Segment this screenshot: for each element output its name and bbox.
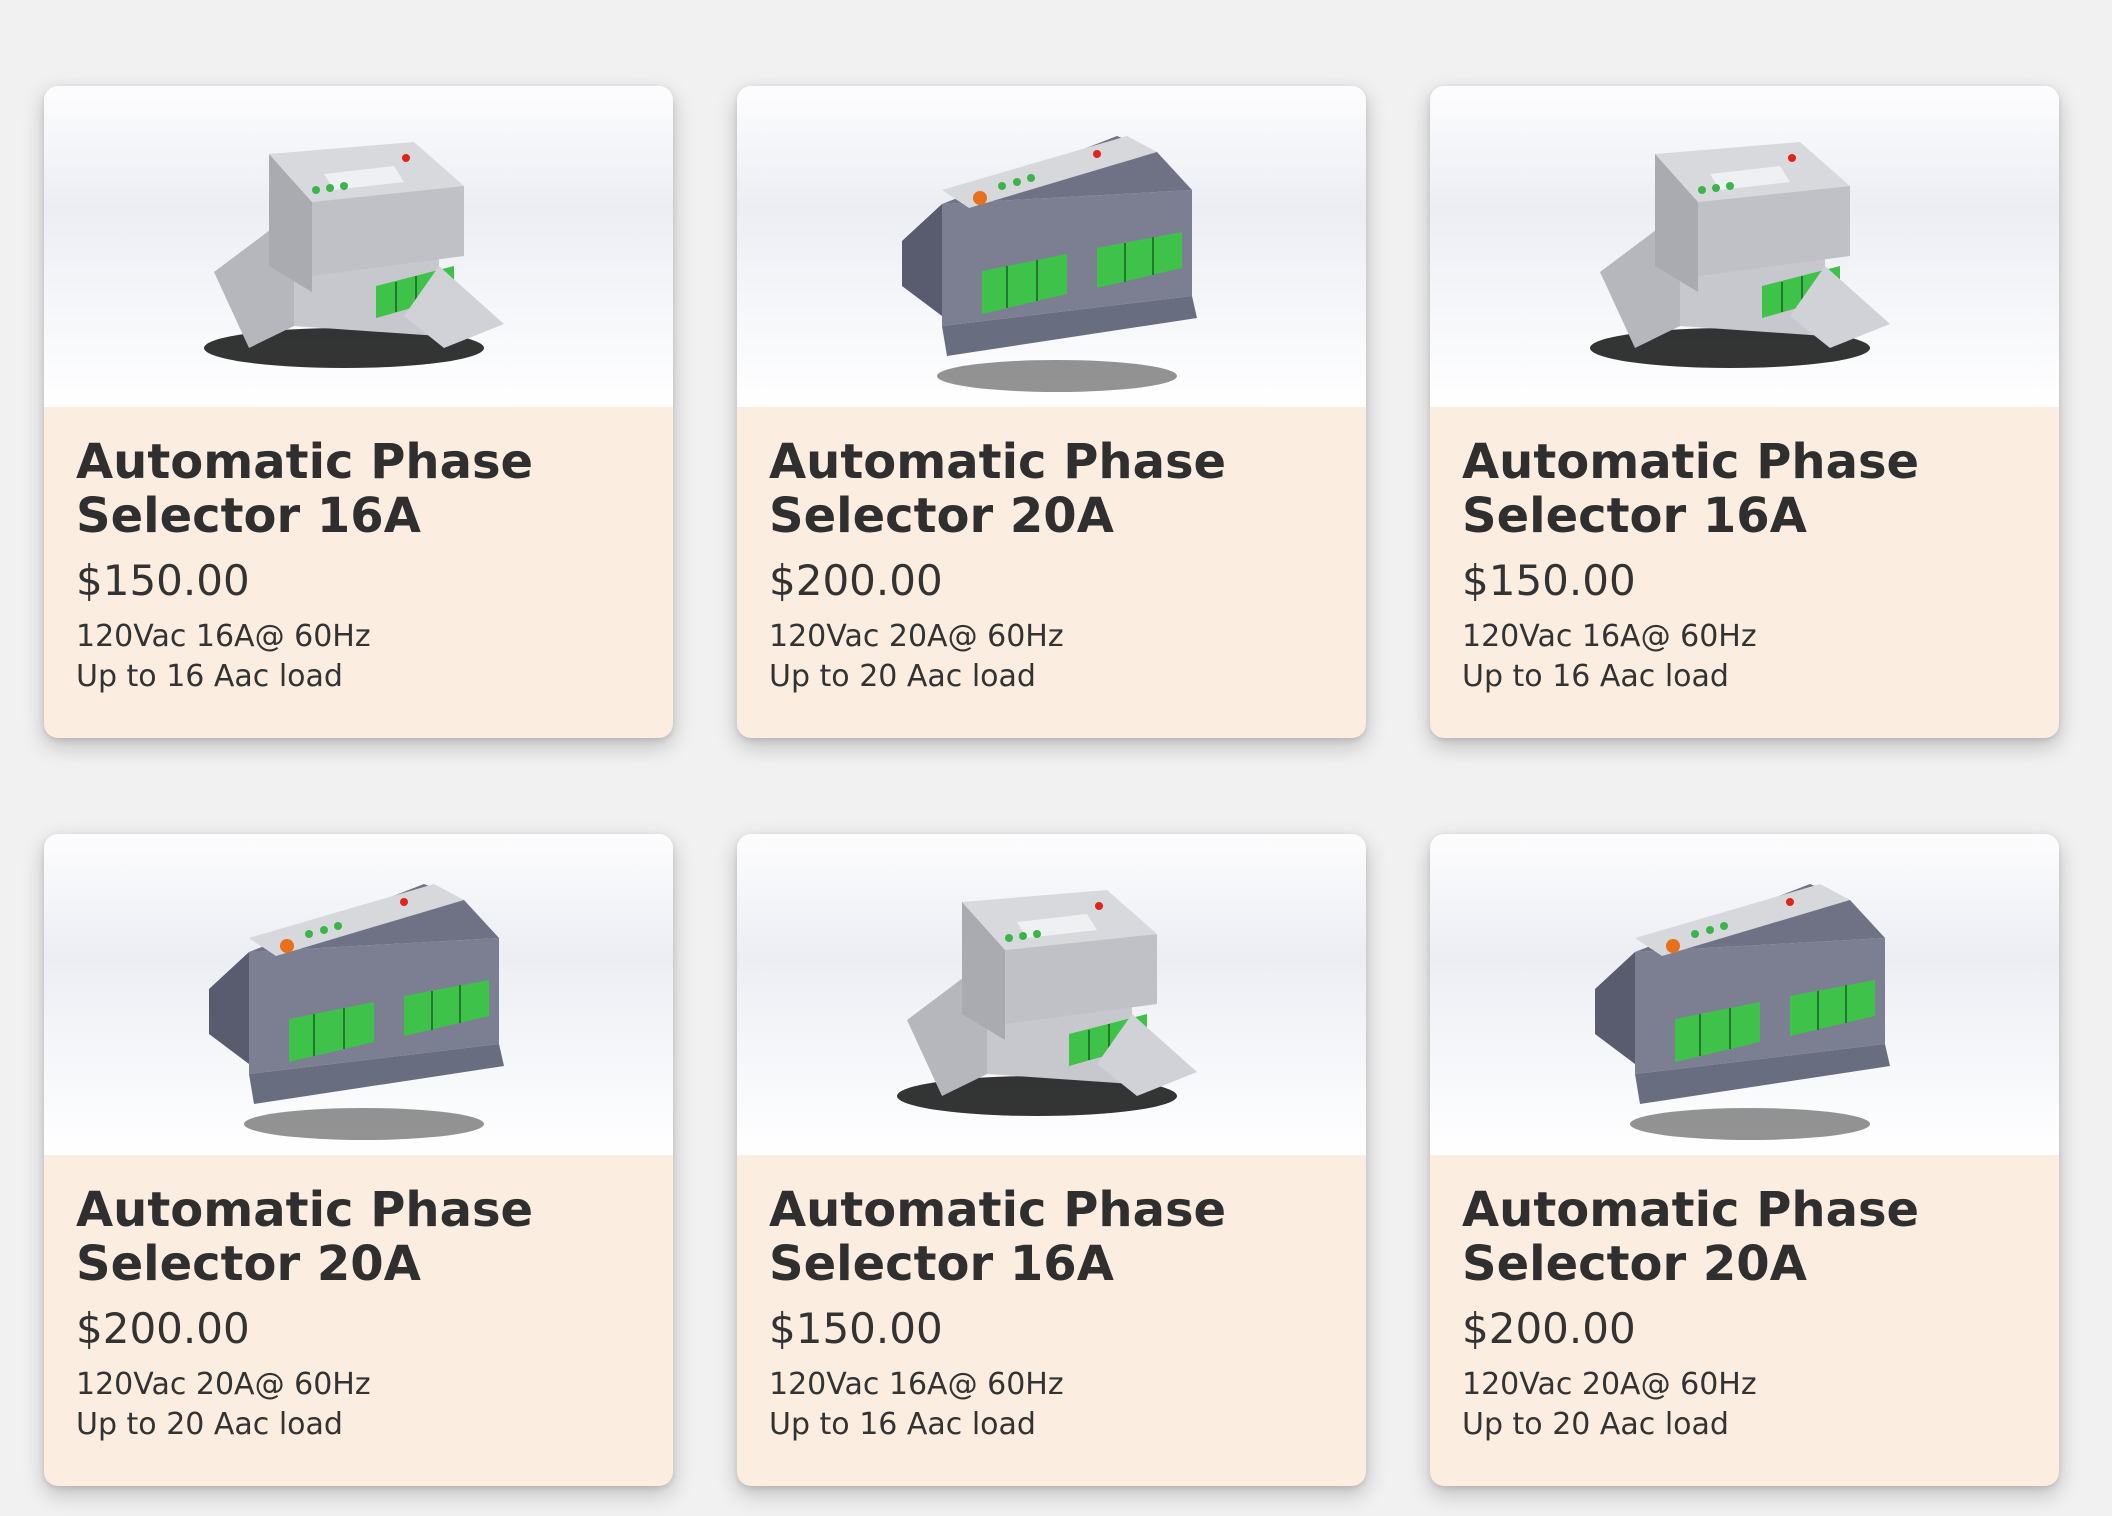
product-image[interactable] [1430,86,2059,407]
product-spec-load: Up to 16 Aac load [1462,659,1729,694]
product-spec-load: Up to 20 Aac load [769,659,1036,694]
product-card[interactable]: Automatic Phase Selector 20A $200.00 120… [737,86,1366,738]
product-price: $150.00 [769,1304,943,1353]
product-image[interactable] [44,86,673,407]
product-title[interactable]: Automatic Phase Selector 20A [1462,1183,2002,1291]
product-spec-rating: 120Vac 20A@ 60Hz [1462,1367,1757,1402]
product-grid: Automatic Phase Selector 16A $150.00 120… [44,86,2059,1486]
product-spec-load: Up to 16 Aac load [76,659,343,694]
phase-selector-device-image [897,890,1197,1116]
product-title[interactable]: Automatic Phase Selector 16A [1462,435,2002,543]
product-price: $200.00 [76,1304,250,1353]
phase-selector-device-image [204,142,504,368]
product-info: Automatic Phase Selector 20A $200.00 120… [737,407,1366,697]
product-title[interactable]: Automatic Phase Selector 16A [769,1183,1309,1291]
product-title[interactable]: Automatic Phase Selector 20A [76,1183,616,1291]
product-price: $200.00 [769,556,943,605]
product-price: $150.00 [76,556,250,605]
product-title[interactable]: Automatic Phase Selector 20A [769,435,1309,543]
product-card[interactable]: Automatic Phase Selector 20A $200.00 120… [44,834,673,1486]
product-spec-rating: 120Vac 16A@ 60Hz [1462,619,1757,654]
product-spec-rating: 120Vac 20A@ 60Hz [76,1367,371,1402]
product-image[interactable] [1430,834,2059,1155]
product-card[interactable]: Automatic Phase Selector 16A $150.00 120… [737,834,1366,1486]
phase-selector-device-image [902,136,1197,392]
product-info: Automatic Phase Selector 20A $200.00 120… [1430,1155,2059,1445]
product-image[interactable] [44,834,673,1155]
product-info: Automatic Phase Selector 16A $150.00 120… [737,1155,1366,1445]
product-price: $150.00 [1462,556,1636,605]
product-price: $200.00 [1462,1304,1636,1353]
phase-selector-device-image [1590,142,1890,368]
product-image[interactable] [737,86,1366,407]
product-image[interactable] [737,834,1366,1155]
product-spec-load: Up to 20 Aac load [76,1407,343,1442]
product-spec-rating: 120Vac 16A@ 60Hz [76,619,371,654]
product-spec-load: Up to 16 Aac load [769,1407,1036,1442]
product-card[interactable]: Automatic Phase Selector 16A $150.00 120… [44,86,673,738]
product-spec-rating: 120Vac 16A@ 60Hz [769,1367,1064,1402]
phase-selector-device-image [209,884,504,1140]
product-spec-load: Up to 20 Aac load [1462,1407,1729,1442]
product-card[interactable]: Automatic Phase Selector 20A $200.00 120… [1430,834,2059,1486]
phase-selector-device-image [1595,884,1890,1140]
product-spec-rating: 120Vac 20A@ 60Hz [769,619,1064,654]
product-card[interactable]: Automatic Phase Selector 16A $150.00 120… [1430,86,2059,738]
product-title[interactable]: Automatic Phase Selector 16A [76,435,616,543]
product-info: Automatic Phase Selector 16A $150.00 120… [44,407,673,697]
product-info: Automatic Phase Selector 16A $150.00 120… [1430,407,2059,697]
product-info: Automatic Phase Selector 20A $200.00 120… [44,1155,673,1445]
